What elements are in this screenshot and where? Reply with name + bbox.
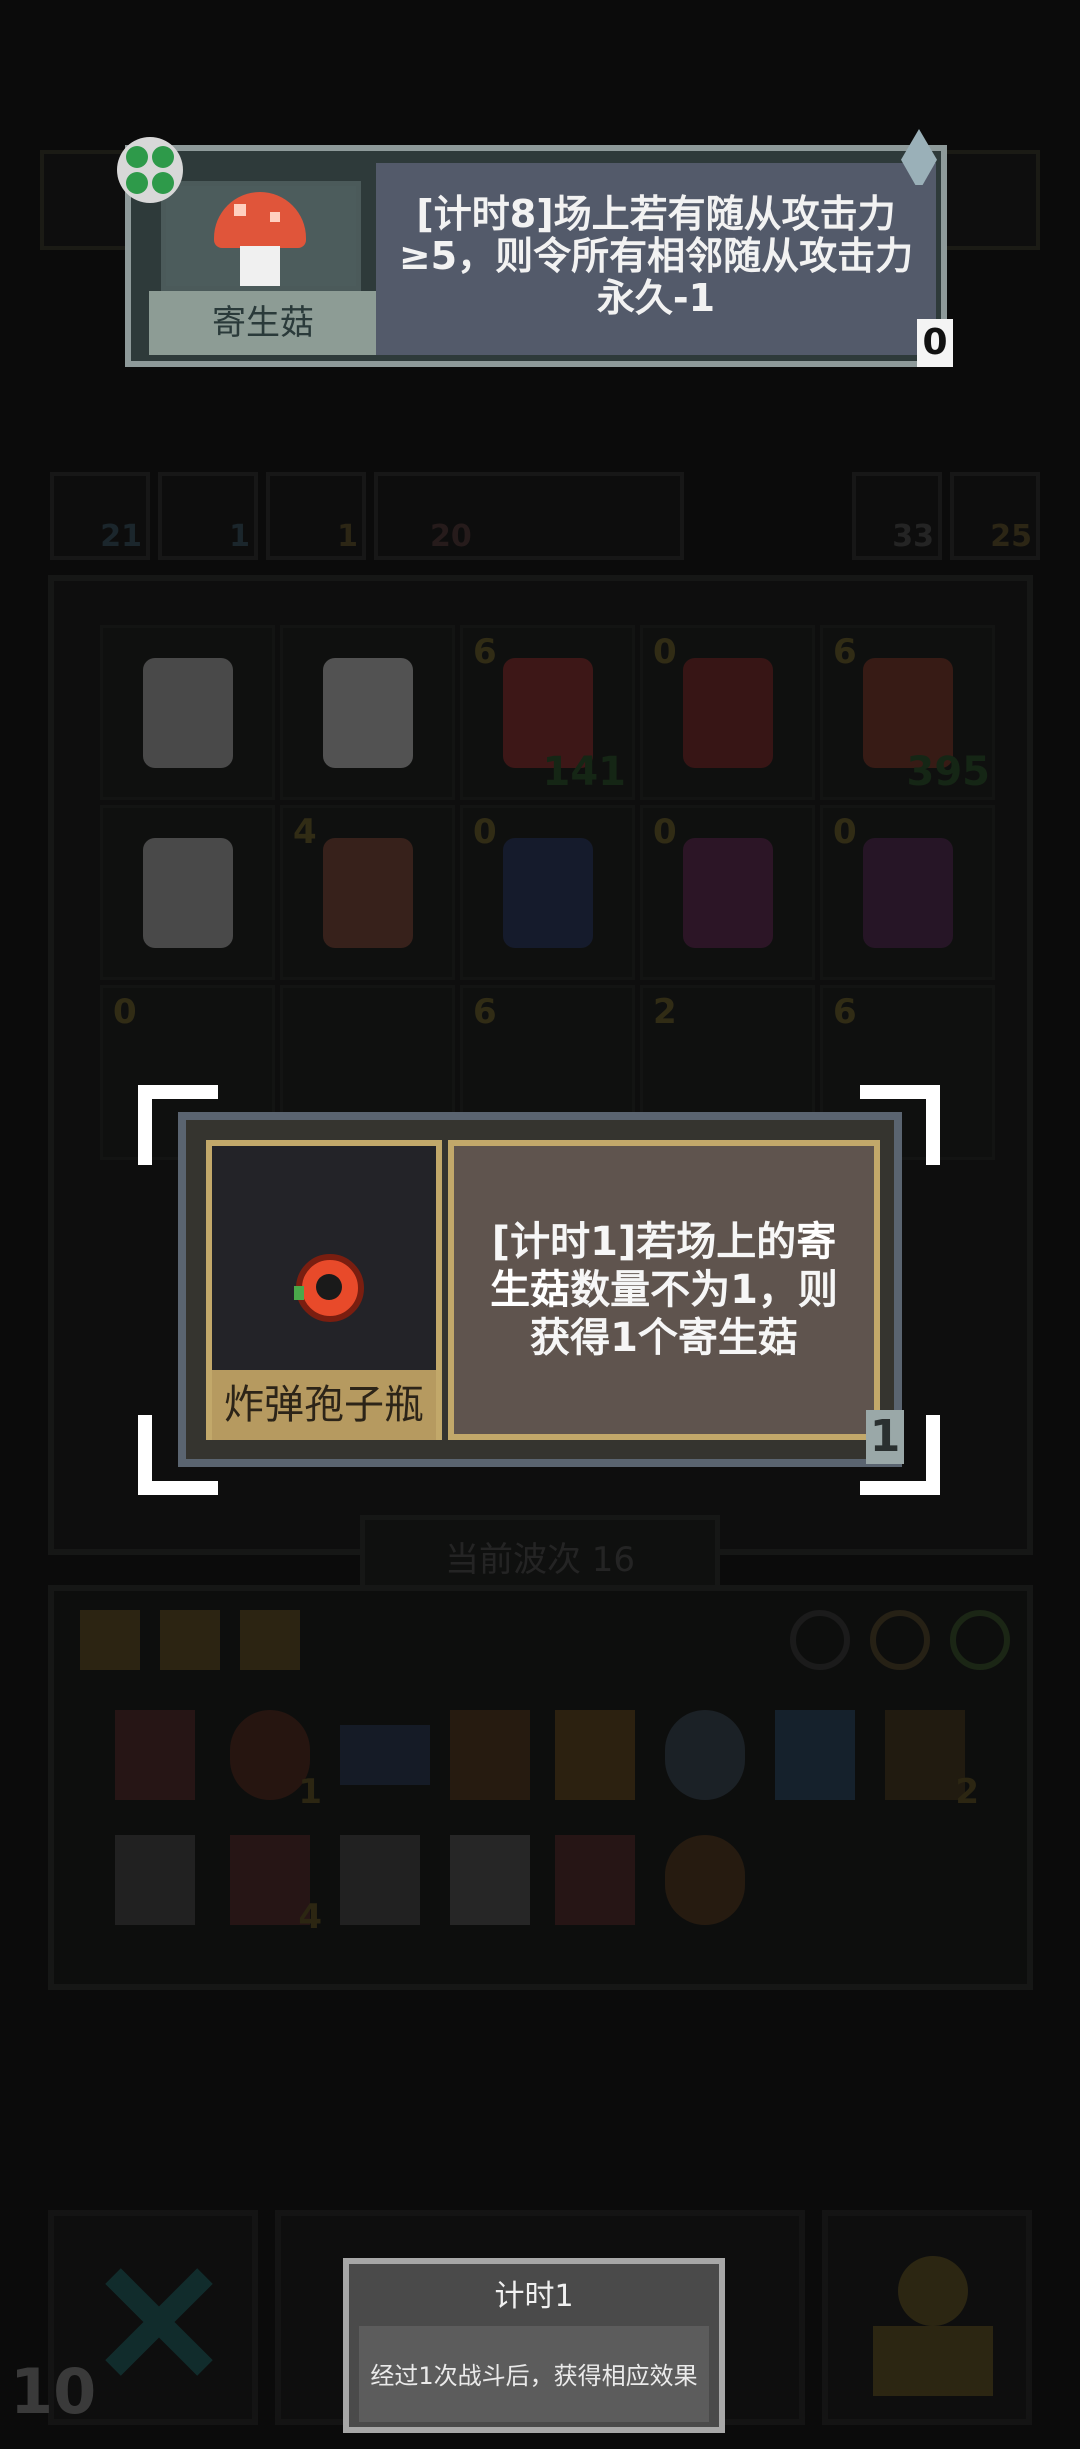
- tooltip-description: [计时8]场上若有随从攻击力≥5，则令所有相邻随从攻击力永久-1: [376, 163, 936, 355]
- tooltip-counter: 0: [917, 319, 953, 367]
- stat-box: 20: [374, 472, 684, 560]
- popup-title: 计时1: [494, 2279, 574, 2314]
- item-counter: 1: [866, 1410, 904, 1464]
- item-portrait-frame: 炸弹孢子瓶: [206, 1140, 442, 1440]
- inventory-item[interactable]: 1: [230, 1710, 322, 1812]
- stat-box: 33: [852, 472, 942, 560]
- inventory-tab[interactable]: [80, 1610, 140, 1670]
- inventory-tab[interactable]: [240, 1610, 300, 1670]
- inventory-item[interactable]: [665, 1835, 745, 1925]
- tooltip-portrait: [161, 181, 361, 291]
- imp-sprite: [683, 838, 773, 948]
- knight-sprite: [143, 838, 233, 948]
- board-cell[interactable]: 0: [460, 805, 635, 980]
- stat-box: 25: [950, 472, 1040, 560]
- board-cell[interactable]: 0: [640, 805, 815, 980]
- bomb-flask-icon: [294, 1254, 364, 1322]
- inventory-item[interactable]: [115, 1835, 195, 1925]
- tooltip-title: 寄生菇: [149, 291, 377, 355]
- board-cell[interactable]: [100, 625, 275, 800]
- inventory-item[interactable]: [340, 1835, 420, 1925]
- board-cell[interactable]: 0: [640, 625, 815, 800]
- jar-sprite: [503, 838, 593, 948]
- inventory-item[interactable]: [555, 1835, 635, 1925]
- stat-box: 1: [158, 472, 258, 560]
- ghost-sprite: [323, 658, 413, 768]
- filter-icon[interactable]: [790, 1610, 850, 1670]
- filter-icon[interactable]: [950, 1610, 1010, 1670]
- inventory-tab[interactable]: [160, 1610, 220, 1670]
- popup-body: 经过1次战斗后，获得相应效果: [359, 2326, 709, 2422]
- pawn-icon: [898, 2256, 968, 2326]
- item-description: [计时1]若场上的寄生菇数量不为1，则获得1个寄生菇: [448, 1140, 880, 1440]
- inventory-item[interactable]: [775, 1710, 855, 1800]
- inventory-item[interactable]: [450, 1835, 530, 1925]
- inventory-item[interactable]: [115, 1710, 195, 1800]
- imp-sprite: [863, 838, 953, 948]
- mushroom-icon: [214, 192, 306, 248]
- inventory-item[interactable]: [450, 1710, 530, 1800]
- keyword-popup: 计时1 经过1次战斗后，获得相应效果: [343, 2258, 725, 2433]
- stat-box: 21: [50, 472, 150, 560]
- board-cell[interactable]: 6 141: [460, 625, 635, 800]
- minion-tooltip: 寄生菇 [计时8]场上若有随从攻击力≥5，则令所有相邻随从攻击力永久-1 0: [117, 129, 953, 367]
- board-cell[interactable]: 6 395: [820, 625, 995, 800]
- demon-sprite: [683, 658, 773, 768]
- corner-number: 10: [10, 2355, 97, 2428]
- filter-icon[interactable]: [870, 1610, 930, 1670]
- mushroom-sprite: [323, 838, 413, 948]
- item-title: 炸弹孢子瓶: [212, 1370, 436, 1440]
- stat-box: 1: [266, 472, 366, 560]
- clover-icon: [117, 137, 183, 203]
- inventory-item[interactable]: [665, 1710, 745, 1800]
- inventory-item[interactable]: 4: [230, 1835, 322, 1937]
- item-card[interactable]: 炸弹孢子瓶 [计时1]若场上的寄生菇数量不为1，则获得1个寄生菇 1: [178, 1112, 904, 1467]
- board-cell[interactable]: [100, 805, 275, 980]
- character-button[interactable]: [822, 2210, 1032, 2425]
- board-cell[interactable]: 4: [280, 805, 455, 980]
- inventory-item[interactable]: [340, 1725, 430, 1785]
- board-cell[interactable]: [280, 625, 455, 800]
- knight-sprite: [143, 658, 233, 768]
- board-cell[interactable]: 0: [820, 805, 995, 980]
- inventory-item[interactable]: [555, 1710, 635, 1800]
- inventory-item[interactable]: 2: [885, 1710, 979, 1812]
